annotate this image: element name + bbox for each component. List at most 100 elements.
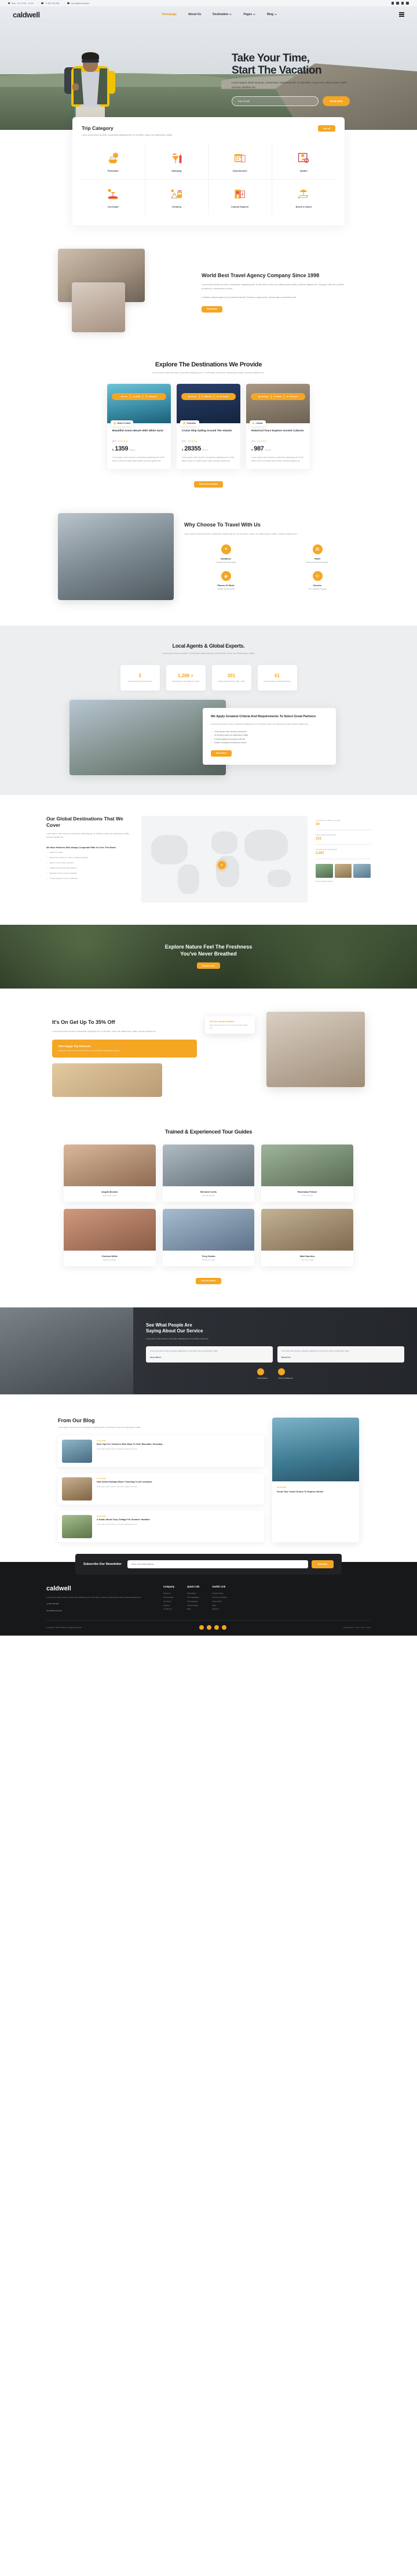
- destination-card[interactable]: ◉ Peru ◷ 8D/6N ☻ 10 People ⛱ Beach & Island…: [107, 383, 171, 469]
- testimonial-author: Jenny Wilson: [150, 1356, 162, 1359]
- cta-title: Explore Nature Feel The Freshness You've…: [165, 944, 253, 957]
- about-read-more-button[interactable]: Read More: [202, 306, 223, 313]
- footer-link[interactable]: Privacy Policy: [213, 1592, 227, 1596]
- destination-card[interactable]: ◉ Germany ◷ 3D/4N ☻ 25 People ▣ Cultural Hi…: [246, 383, 310, 469]
- guide-photo: [162, 1145, 255, 1187]
- hero-hiker-image: [61, 37, 123, 130]
- youtube-icon[interactable]: [406, 2, 409, 5]
- trip-category-item[interactable]: Cultural Explorer: [209, 180, 272, 216]
- blog-list-item[interactable]: 22 Jan 2023 How Select Holiday Where Tra…: [58, 1473, 264, 1505]
- blog-item-title: How Select Holiday Where Traveling To Al…: [97, 1481, 152, 1484]
- trip-category-item[interactable]: Sea Depth: [82, 180, 145, 216]
- destination-card[interactable]: ◉ France ◷ 15D/14N ☻ 100 People ⛴ Floacatio…: [177, 383, 240, 469]
- blog-list-item[interactable]: 30 Jan 2023 A Guide About Cozy Cottage F…: [58, 1511, 264, 1543]
- footer-link[interactable]: Terms & Condition: [213, 1596, 227, 1600]
- newsletter-subscribe-button[interactable]: Subscribe: [311, 1560, 334, 1569]
- guide-card[interactable]: Matt Sanchez City Tour Guide: [261, 1209, 353, 1267]
- book-seat-button[interactable]: Book Seat: [323, 96, 350, 107]
- nav-item-pages[interactable]: Pages: [243, 13, 256, 16]
- world-map[interactable]: ✈: [141, 816, 308, 903]
- guide-card[interactable]: Bernard Curtis Mountain Expert: [162, 1145, 255, 1202]
- footer-link[interactable]: Our Team: [163, 1600, 174, 1604]
- blog-list-item[interactable]: 14 Jan 2023 Best Tips For Travelers Who …: [58, 1436, 264, 1467]
- gallery-thumb[interactable]: [316, 864, 333, 878]
- see-all-guides-button[interactable]: See All Guides: [196, 1277, 221, 1284]
- blog-featured-date: 05 Feb 2023: [277, 1486, 286, 1489]
- guide-card[interactable]: Angela Brooks Senior Tour Guide: [64, 1145, 156, 1202]
- feature-title: Places Of Work: [217, 584, 235, 587]
- promo-card[interactable]: 35% Happy Trip Discount Use promo code t…: [52, 1039, 197, 1058]
- footer-contact-email[interactable]: hai.caldwell.domain: [46, 1609, 151, 1613]
- see-all-destination-button[interactable]: See All Destination: [193, 481, 224, 488]
- trip-category-item[interactable]: Climbing: [145, 180, 209, 216]
- linkedin-icon[interactable]: [396, 2, 399, 5]
- topbar-email[interactable]: hai.caldwell.domain: [67, 2, 89, 5]
- agents-read-more-button[interactable]: Read More: [211, 750, 232, 757]
- topbar-phone[interactable]: +1 987 333 289: [41, 2, 59, 5]
- trip-category-item[interactable]: Glamping: [145, 144, 209, 180]
- why-feature: ◉ Places Of Work Flexible remote spots: [184, 571, 268, 591]
- footer-contact-phone[interactable]: +1 987 333 289: [46, 1603, 151, 1606]
- nav-item-blog[interactable]: Blog: [267, 13, 277, 16]
- destination-title: Historical Tours Explore Ancient Culture…: [251, 428, 304, 432]
- footer-bottom-links[interactable]: Privacy Policy · Terms of Use · Legal: [343, 1626, 371, 1629]
- footer-link[interactable]: Support: [213, 1607, 227, 1611]
- footer-link[interactable]: Careers: [163, 1604, 174, 1608]
- trip-category-item[interactable]: Beach & Island: [272, 180, 336, 215]
- hamburger-icon[interactable]: [398, 12, 404, 17]
- facebook-icon[interactable]: [199, 1625, 204, 1630]
- topbar-email-text: hai.caldwell.domain: [71, 2, 89, 5]
- blog-date: 30 Jan 2023: [97, 1515, 106, 1518]
- guide-card[interactable]: Rosemary Fraiser Cultural Guide: [261, 1145, 353, 1202]
- gallery-thumb[interactable]: [334, 864, 352, 878]
- footer-link[interactable]: FAQ: [213, 1604, 227, 1608]
- agents-info-card: We Apply Greatest Criteria And Requireme…: [203, 708, 336, 765]
- nav-item-homepage[interactable]: Homepage: [162, 13, 177, 16]
- star-rating-icon: ★★★★★: [118, 439, 128, 442]
- footer-link[interactable]: Blog: [187, 1607, 199, 1611]
- footer-link[interactable]: Destination: [187, 1592, 199, 1596]
- nav-item-destination[interactable]: Destination: [213, 13, 232, 16]
- footer-link[interactable]: Travel Guides: [187, 1604, 199, 1608]
- nav-item-about[interactable]: About Us: [188, 13, 201, 16]
- testimonial-avatar-item[interactable]: Kristin Watson: [257, 1368, 268, 1379]
- map-pin-icon[interactable]: ✈: [218, 861, 226, 870]
- gallery-caption: Best Destination Gallery: [316, 880, 334, 883]
- hero-email-input[interactable]: [232, 96, 319, 107]
- gallery-thumb[interactable]: [353, 864, 371, 878]
- footer-link[interactable]: About Us: [163, 1592, 174, 1596]
- newsletter-email-input[interactable]: [127, 1560, 308, 1569]
- facebook-icon[interactable]: [391, 2, 394, 5]
- global-left: Our Global Destinations That We Cover Lo…: [46, 816, 133, 903]
- guide-card[interactable]: Chelsea White Beach Specialist: [64, 1209, 156, 1267]
- topbar-hours-text: Mon - Fri: 07:00 - 21:00: [11, 2, 34, 5]
- map-pin-icon: ◉: [121, 395, 123, 398]
- trip-category-item[interactable]: Spafari: [272, 144, 335, 180]
- cta-explore-button[interactable]: Explore Now: [197, 962, 220, 969]
- twitter-icon[interactable]: [206, 1625, 211, 1630]
- footer-bottom-bar: Copyright © 2023 Caldwell. All Rights Re…: [46, 1620, 371, 1630]
- newsletter-title: Subscribe Our Newsletter: [83, 1563, 122, 1567]
- instagram-icon[interactable]: [214, 1625, 219, 1630]
- trip-category-item[interactable]: Floacation: [82, 144, 145, 180]
- trip-category-see-all-button[interactable]: See All: [318, 125, 335, 132]
- nav-label: Blog: [267, 13, 274, 16]
- guide-card[interactable]: Terry Dobbs Adventure Guide: [162, 1209, 255, 1267]
- destination-country: ◉ Peru: [121, 395, 128, 398]
- footer-logo[interactable]: caldwell: [46, 1585, 151, 1592]
- footer-link[interactable]: Our Services: [163, 1596, 174, 1600]
- footer-link[interactable]: Contact Us: [163, 1607, 174, 1611]
- instagram-icon[interactable]: [401, 2, 404, 5]
- blog-featured-card[interactable]: 05 Feb 2023 Great Tips Travel Dream To E…: [272, 1418, 359, 1543]
- linkedin-icon[interactable]: [221, 1625, 226, 1630]
- destination-duration: ◷ 15D/14N: [202, 395, 211, 398]
- trip-category-label: Doomtourism: [232, 170, 247, 173]
- footer-link[interactable]: Tour Packages: [187, 1596, 199, 1600]
- testimonial-title: See What People Are Saying About Our Ser…: [146, 1322, 404, 1335]
- footer-link[interactable]: Trip Category: [187, 1600, 199, 1604]
- trip-category-item[interactable]: Doomtourism: [209, 144, 272, 180]
- site-logo[interactable]: caldwell: [13, 10, 40, 19]
- footer-link[interactable]: Help Center: [213, 1600, 227, 1604]
- why-choose-title: Why Choose To Travel With Us: [184, 522, 261, 528]
- testimonial-avatar-item[interactable]: Cameron Williamson: [278, 1368, 293, 1379]
